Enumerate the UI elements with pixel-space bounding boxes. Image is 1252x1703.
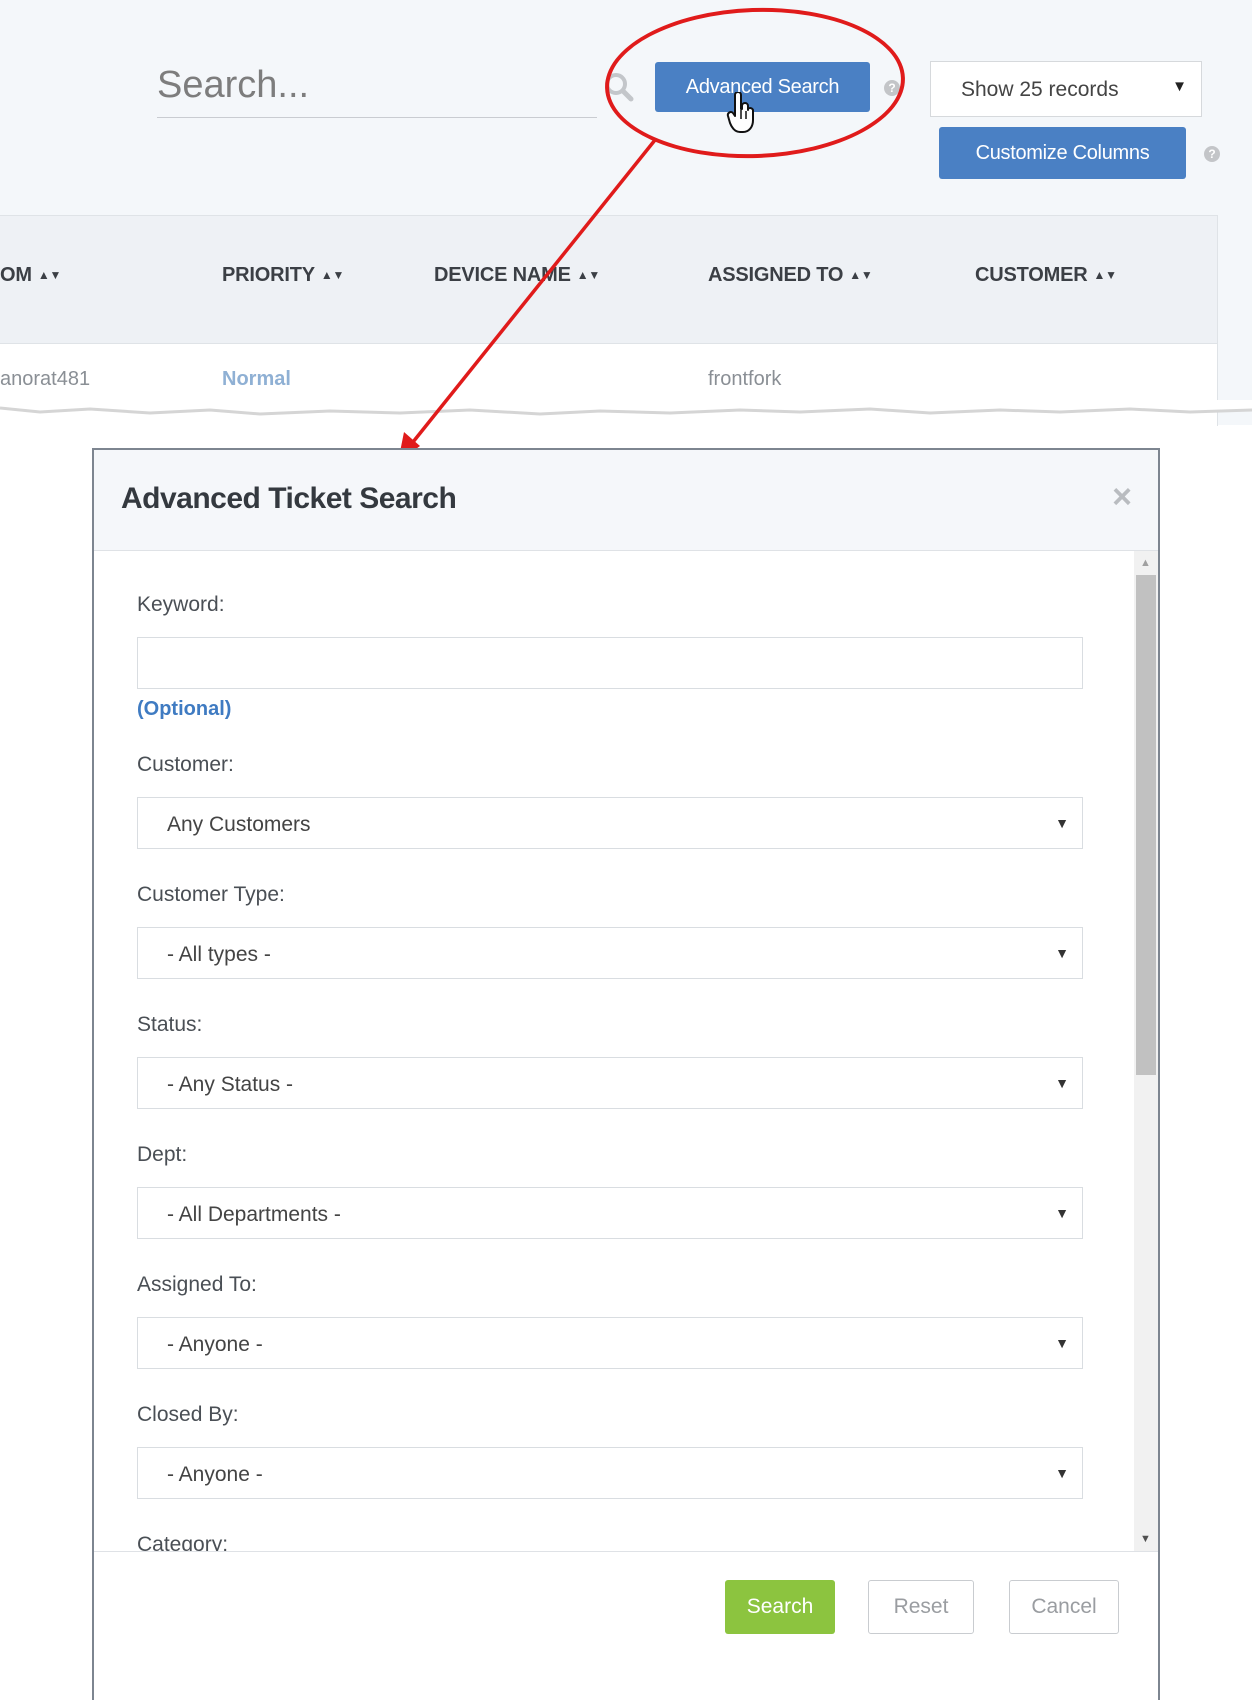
modal-title: Advanced Ticket Search bbox=[121, 482, 457, 515]
table-header: OM ▲▼ PRIORITY ▲▼ DEVICE NAME ▲▼ ASSIGNED T… bbox=[0, 216, 1217, 344]
status-label: Status: bbox=[137, 1013, 203, 1036]
sort-icon: ▲▼ bbox=[320, 268, 345, 282]
dept-label: Dept: bbox=[137, 1143, 188, 1166]
column-header-priority[interactable]: PRIORITY ▲▼ bbox=[222, 264, 344, 287]
customer-select-value: Any Customers bbox=[167, 813, 311, 836]
cancel-button[interactable]: Cancel bbox=[1009, 1580, 1119, 1634]
chevron-down-icon: ▼ bbox=[1055, 1465, 1069, 1481]
dept-select[interactable]: - All Departments - ▼ bbox=[137, 1187, 1083, 1239]
sort-icon: ▲▼ bbox=[849, 268, 873, 282]
customer-select[interactable]: Any Customers ▼ bbox=[137, 797, 1083, 849]
cell-assigned-to: frontfork bbox=[708, 368, 782, 390]
search-input[interactable] bbox=[157, 61, 577, 109]
column-header-assigned-to[interactable]: ASSIGNED TO ▲▼ bbox=[708, 264, 873, 287]
customer-type-label: Customer Type: bbox=[137, 883, 285, 906]
records-per-page-select[interactable]: Show 25 records ▼ bbox=[930, 61, 1202, 117]
assigned-to-select[interactable]: - Anyone - ▼ bbox=[137, 1317, 1083, 1369]
scroll-up-icon[interactable]: ▲ bbox=[1140, 557, 1151, 569]
column-header-from[interactable]: OM ▲▼ bbox=[0, 264, 61, 287]
records-select-value: Show 25 records bbox=[961, 78, 1119, 101]
scrollbar-thumb[interactable] bbox=[1136, 575, 1156, 1075]
customer-type-select[interactable]: - All types - ▼ bbox=[137, 927, 1083, 979]
close-icon[interactable]: × bbox=[1112, 478, 1132, 517]
modal-scrollbar[interactable]: ▲ ▼ bbox=[1134, 551, 1158, 1551]
column-header-customer[interactable]: CUSTOMER ▲▼ bbox=[975, 264, 1117, 287]
sort-icon: ▲▼ bbox=[1093, 268, 1117, 282]
closed-by-select-value: - Anyone - bbox=[167, 1463, 263, 1486]
hand-pointer-icon bbox=[726, 91, 756, 139]
assigned-to-label: Assigned To: bbox=[137, 1273, 257, 1296]
tickets-table: OM ▲▼ PRIORITY ▲▼ DEVICE NAME ▲▼ ASSIGNED T… bbox=[0, 215, 1218, 426]
keyword-input[interactable] bbox=[137, 637, 1083, 689]
chevron-down-icon: ▼ bbox=[1172, 78, 1187, 95]
status-select[interactable]: - Any Status - ▼ bbox=[137, 1057, 1083, 1109]
help-icon[interactable]: ? bbox=[1204, 146, 1220, 162]
category-label: Category: bbox=[137, 1533, 229, 1551]
scroll-down-icon[interactable]: ▼ bbox=[1140, 1533, 1151, 1545]
closed-by-select[interactable]: - Anyone - ▼ bbox=[137, 1447, 1083, 1499]
chevron-down-icon: ▼ bbox=[1055, 815, 1069, 831]
column-header-device-name[interactable]: DEVICE NAME ▲▼ bbox=[434, 264, 600, 287]
optional-hint: (Optional) bbox=[137, 698, 232, 720]
cell-from: anorat481 bbox=[0, 368, 91, 390]
closed-by-label: Closed By: bbox=[137, 1403, 239, 1426]
dept-select-value: - All Departments - bbox=[167, 1203, 341, 1226]
customer-label: Customer: bbox=[137, 753, 234, 776]
chevron-down-icon: ▼ bbox=[1055, 1075, 1069, 1091]
sort-icon: ▲▼ bbox=[576, 268, 601, 282]
chevron-down-icon: ▼ bbox=[1055, 1335, 1069, 1351]
search-button[interactable]: Search bbox=[725, 1580, 835, 1634]
advanced-ticket-search-modal: Advanced Ticket Search × Keyword: (Optio… bbox=[92, 448, 1160, 1703]
modal-body: Keyword: (Optional) Customer: Any Custom… bbox=[94, 551, 1158, 1551]
keyword-label: Keyword: bbox=[137, 593, 225, 616]
modal-footer: Search Reset Cancel bbox=[94, 1551, 1158, 1703]
assigned-to-select-value: - Anyone - bbox=[167, 1333, 263, 1356]
chevron-down-icon: ▼ bbox=[1055, 1205, 1069, 1221]
status-select-value: - Any Status - bbox=[167, 1073, 294, 1096]
sort-icon: ▲▼ bbox=[37, 268, 62, 282]
chevron-down-icon: ▼ bbox=[1055, 945, 1069, 961]
reset-button[interactable]: Reset bbox=[868, 1580, 974, 1634]
search-bar bbox=[157, 55, 597, 118]
customer-type-select-value: - All types - bbox=[167, 943, 271, 966]
modal-header: Advanced Ticket Search × bbox=[94, 450, 1158, 551]
torn-edge-divider bbox=[0, 400, 1252, 416]
cell-priority: Normal bbox=[222, 368, 291, 390]
customize-columns-button[interactable]: Customize Columns bbox=[939, 127, 1186, 179]
